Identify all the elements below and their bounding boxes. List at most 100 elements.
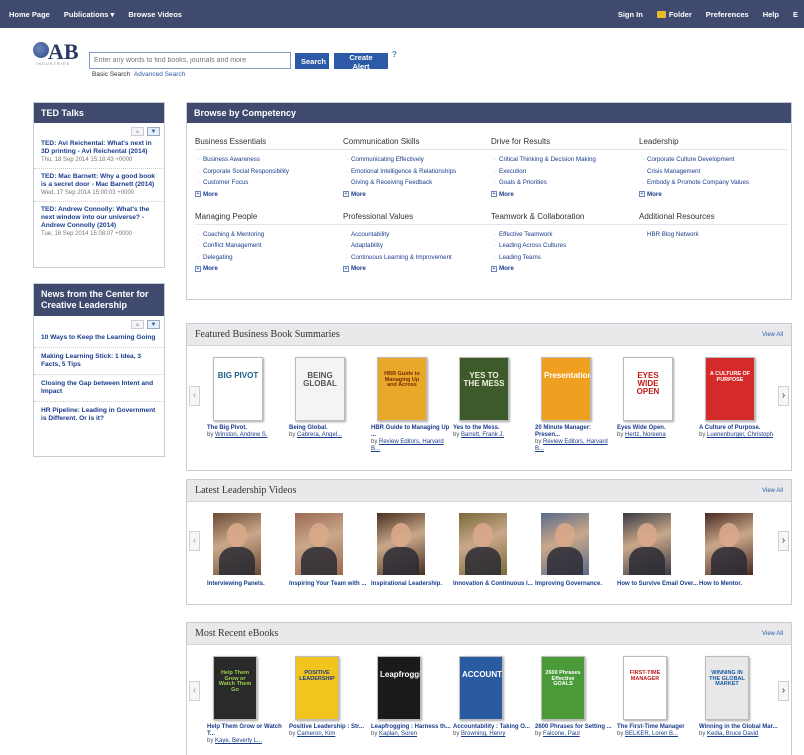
book-title[interactable]: Help Them Grow or Watch T... xyxy=(207,724,289,738)
book-author-link[interactable]: Hertz, Noreena xyxy=(625,432,666,438)
more-link[interactable]: + More xyxy=(639,191,787,198)
video-card[interactable]: Improving Governance. xyxy=(535,513,617,588)
help-icon[interactable]: ? xyxy=(392,50,397,59)
book-card[interactable]: FIRST-TIME MANAGER The First-Time Manager… xyxy=(617,656,699,745)
book-title[interactable]: Accountability : Taking O... xyxy=(453,724,535,731)
book-title[interactable]: A Culture of Purpose. xyxy=(699,425,781,432)
nav-sign-in[interactable]: Sign In xyxy=(618,10,643,19)
book-author-link[interactable]: Review Editors, Harvard B... xyxy=(535,439,608,452)
video-title[interactable]: How to Survive Email Over... xyxy=(617,581,699,588)
video-card[interactable]: Inspirational Leadership. xyxy=(371,513,453,588)
scroll-down-icon[interactable]: ▼ xyxy=(147,127,160,136)
video-title[interactable]: Improving Governance. xyxy=(535,581,617,588)
nav-publications-menu[interactable]: Publications ▾ xyxy=(64,10,114,19)
news-item[interactable]: HR Pipeline: Leading in Government is Di… xyxy=(34,402,164,428)
video-thumbnail[interactable] xyxy=(295,513,343,575)
video-card[interactable]: Innovation & Continuous I... xyxy=(453,513,535,588)
competency-link[interactable]: Conflict Management xyxy=(195,240,343,252)
video-title[interactable]: Interviewing Panels. xyxy=(207,581,289,588)
news-item[interactable]: Making Learning Stick: 1 Idea, 3 Facts, … xyxy=(34,348,164,375)
scroll-up-icon[interactable]: ▲ xyxy=(131,320,144,329)
book-cover[interactable]: WINNING IN THE GLOBAL MARKET xyxy=(705,656,749,720)
book-title[interactable]: Leapfrogging : Harness th... xyxy=(371,724,453,731)
book-cover[interactable]: FIRST-TIME MANAGER xyxy=(623,656,667,720)
video-card[interactable]: How to Survive Email Over... xyxy=(617,513,699,588)
competency-link[interactable]: Delegating xyxy=(195,252,343,264)
ted-item[interactable]: TED: Avi Reichental: What's next in 3D p… xyxy=(34,136,164,169)
video-thumbnail[interactable] xyxy=(459,513,507,575)
more-link[interactable]: + More xyxy=(195,265,343,272)
competency-link[interactable]: Leading Teams xyxy=(491,252,639,264)
book-cover[interactable]: Leapfrogging xyxy=(377,656,421,720)
nav-exit[interactable]: E xyxy=(793,10,798,19)
book-card[interactable]: A CULTURE OF PURPOSE A Culture of Purpose… xyxy=(699,357,781,453)
ted-item[interactable]: TED: Mac Barnett: Why a good book is a s… xyxy=(34,169,164,202)
more-link[interactable]: + More xyxy=(343,191,491,198)
book-author-link[interactable]: Review Editors, Harvard B... xyxy=(371,439,444,452)
search-button[interactable]: Search xyxy=(295,53,329,69)
book-author-link[interactable]: Winston, Andrew S. xyxy=(215,432,267,438)
book-title[interactable]: The First-Time Manager xyxy=(617,724,699,731)
competency-link[interactable]: Business Awareness xyxy=(195,154,343,166)
competency-heading[interactable]: Additional Resources xyxy=(639,212,787,225)
book-card[interactable]: YES TO THE MESS Yes to the Mess. by Barret… xyxy=(453,357,535,453)
video-title[interactable]: Innovation & Continuous I... xyxy=(453,581,535,588)
competency-heading[interactable]: Communication Skills xyxy=(343,137,491,150)
book-cover[interactable]: A CULTURE OF PURPOSE xyxy=(705,357,755,421)
book-card[interactable]: EYES WIDE OPEN Eyes Wide Open. by Hertz, N… xyxy=(617,357,699,453)
book-title[interactable]: Being Global. xyxy=(289,425,371,432)
more-link[interactable]: + More xyxy=(491,265,639,272)
competency-link[interactable]: Continuous Learning & Improvement xyxy=(343,252,491,264)
book-cover[interactable]: BIG PIVOT xyxy=(213,357,263,421)
news-item[interactable]: Closing the Gap between Intent and Impac… xyxy=(34,375,164,402)
video-card[interactable]: How to Mentor. xyxy=(699,513,781,588)
ted-item-title[interactable]: TED: Andrew Connolly: What's the next wi… xyxy=(41,206,158,230)
competency-link[interactable]: Communicating Effectively xyxy=(343,154,491,166)
book-card[interactable]: BIG PIVOT The Big Pivot. by Winston, Andre… xyxy=(207,357,289,453)
book-author-link[interactable]: Cabrera, Angel... xyxy=(297,432,342,438)
video-thumbnail[interactable] xyxy=(705,513,753,575)
scroll-down-icon[interactable]: ▼ xyxy=(147,320,160,329)
book-title[interactable]: 2600 Phrases for Setting ... xyxy=(535,724,617,731)
competency-heading[interactable]: Professional Values xyxy=(343,212,491,225)
competency-link[interactable]: Crisis Management xyxy=(639,166,787,178)
competency-link[interactable]: Goals & Priorities xyxy=(491,177,639,189)
book-card[interactable]: WINNING IN THE GLOBAL MARKET Winning in t… xyxy=(699,656,781,745)
more-link[interactable]: + More xyxy=(195,191,343,198)
nav-home-page[interactable]: Home Page xyxy=(9,10,50,19)
book-card[interactable]: 2600 Phrases Effective GOALS 2600 Phrases… xyxy=(535,656,617,745)
carousel-prev-icon[interactable]: ‹ xyxy=(189,681,200,701)
book-cover[interactable]: HBR Guide to Managing Up and Across xyxy=(377,357,427,421)
competency-link[interactable]: Adaptability xyxy=(343,240,491,252)
competency-link[interactable]: Giving & Receiving Feedback xyxy=(343,177,491,189)
company-logo[interactable]: AB INDUSTRIES xyxy=(33,39,83,68)
competency-link[interactable]: HBR Blog Network xyxy=(639,229,787,241)
book-cover[interactable]: YES TO THE MESS xyxy=(459,357,509,421)
book-title[interactable]: Winning in the Global Mar... xyxy=(699,724,781,731)
book-card[interactable]: ACCOUNTABILITY Accountability : Taking O.… xyxy=(453,656,535,745)
book-cover[interactable]: Help Them Grow or Watch Them Go xyxy=(213,656,257,720)
video-thumbnail[interactable] xyxy=(377,513,425,575)
competency-link[interactable]: Accountability xyxy=(343,229,491,241)
video-title[interactable]: Inspirational Leadership. xyxy=(371,581,453,588)
video-title[interactable]: How to Mentor. xyxy=(699,581,781,588)
ted-item-title[interactable]: TED: Mac Barnett: Why a good book is a s… xyxy=(41,173,158,189)
competency-link[interactable]: Emotional Intelligence & Relationships xyxy=(343,166,491,178)
book-card[interactable]: Help Them Grow or Watch Them Go Help Them… xyxy=(207,656,289,745)
advanced-search-link[interactable]: Advanced Search xyxy=(134,71,185,78)
book-card[interactable]: Leapfrogging Leapfrogging : Harness th...… xyxy=(371,656,453,745)
ted-item[interactable]: TED: Andrew Connolly: What's the next wi… xyxy=(34,202,164,242)
book-cover[interactable]: EYES WIDE OPEN xyxy=(623,357,673,421)
competency-heading[interactable]: Leadership xyxy=(639,137,787,150)
competency-link[interactable]: Embody & Promote Company Values xyxy=(639,177,787,189)
nav-preferences[interactable]: Preferences xyxy=(706,10,749,19)
video-title[interactable]: Inspiring Your Team with ... xyxy=(289,581,371,588)
competency-heading[interactable]: Drive for Results xyxy=(491,137,639,150)
competency-link[interactable]: Execution xyxy=(491,166,639,178)
more-link[interactable]: + More xyxy=(491,191,639,198)
ebooks-view-all-link[interactable]: View All xyxy=(762,631,783,637)
competency-link[interactable]: Customer Focus xyxy=(195,177,343,189)
book-cover[interactable]: 2600 Phrases Effective GOALS xyxy=(541,656,585,720)
book-card[interactable]: POSITIVE LEADERSHIP Positive Leadership :… xyxy=(289,656,371,745)
competency-heading[interactable]: Managing People xyxy=(195,212,343,225)
